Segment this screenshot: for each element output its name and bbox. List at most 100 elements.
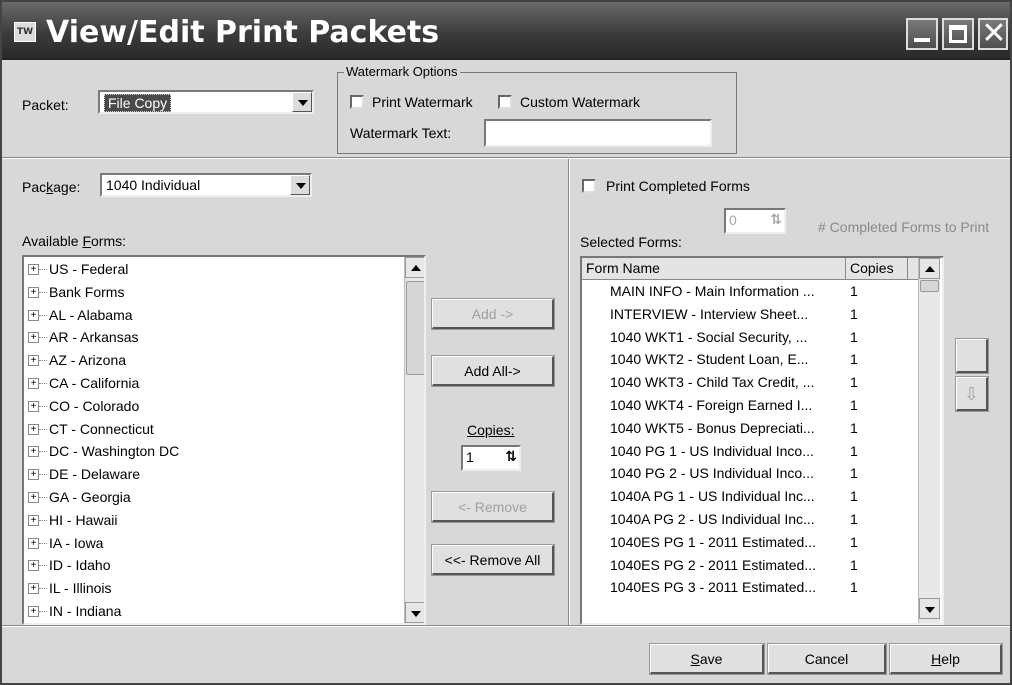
available-forms-tree[interactable]: + US - Federal + Bank Forms + AL - Alabama + AR… [22,255,426,625]
add-all-button[interactable]: Add All-> [431,355,555,387]
table-row[interactable]: 1040ES PG 2 - 2011 Estimated... 1 [582,556,918,577]
watermark-text-label: Watermark Text: [350,125,452,141]
chevron-down-icon[interactable] [292,92,312,112]
table-header: Form Name Copies [582,258,918,280]
watermark-options-legend: Watermark Options [344,64,460,79]
tree-item-label: US - Federal [49,261,129,277]
expand-icon[interactable]: + [28,514,39,526]
spinner-icon[interactable]: ⇅ [770,211,782,228]
table-row[interactable]: 1040ES PG 3 - 2011 Estimated... 1 [582,578,918,599]
tree-item-label: CT - Connecticut [49,420,154,437]
form-name-cell: 1040 WKT4 - Foreign Earned I... [610,397,813,413]
tree-item-label: GA - Georgia [49,489,131,505]
selected-forms-table[interactable]: Form Name Copies MAIN INFO - Main Inform… [580,256,944,625]
expand-icon[interactable]: + [28,355,39,367]
scroll-down-button[interactable] [919,598,940,619]
help-button[interactable]: Help [889,643,1003,675]
custom-watermark-checkbox[interactable] [498,95,512,109]
copies-cell: 1 [850,442,858,459]
expand-icon[interactable]: + [28,606,39,617]
expand-icon[interactable]: + [28,423,39,435]
table-row[interactable]: 1040 WKT1 - Social Security, ... 1 [582,328,918,349]
expand-icon[interactable]: + [28,400,39,412]
tree-item-label: AL - Alabama [49,306,133,323]
tree-connector [39,611,47,612]
table-row[interactable]: 1040 PG 1 - US Individual Inco... 1 [582,442,918,463]
top-divider [2,157,1010,159]
expand-icon[interactable]: + [28,492,39,503]
expand-icon[interactable]: + [28,378,39,389]
chevron-down-icon[interactable] [290,175,310,195]
maximize-button[interactable] [942,18,974,50]
scroll-down-button[interactable] [405,602,424,623]
arrow-down-icon: ⇩ [963,384,980,404]
app-icon: TW [14,22,36,42]
table-row[interactable]: 1040 WKT4 - Foreign Earned I... 1 [582,396,918,417]
add-button[interactable]: Add -> [431,298,555,330]
close-button[interactable]: ✕ [978,16,1008,51]
table-row[interactable]: 1040ES PG 1 - 2011 Estimated... 1 [582,533,918,554]
expand-icon[interactable]: + [28,446,39,458]
tree-item-label: ID - Idaho [49,557,111,574]
tree-item-label: IN - Indiana [49,603,122,619]
column-header-copies[interactable]: Copies [846,258,908,279]
table-row[interactable]: 1040 WKT5 - Bonus Depreciati... 1 [582,419,918,440]
form-name-cell: MAIN INFO - Main Information ... [610,283,815,299]
expand-icon[interactable]: + [28,469,39,481]
scroll-thumb[interactable] [920,280,939,292]
scroll-up-button[interactable] [405,257,424,278]
minimize-button[interactable] [906,18,938,50]
table-row[interactable]: INTERVIEW - Interview Sheet... 1 [582,305,918,326]
expand-icon[interactable]: + [28,309,39,321]
move-up-button[interactable] [955,338,989,374]
move-down-button[interactable]: ⇩ [955,376,989,412]
expand-icon[interactable]: + [28,560,39,572]
print-completed-forms-label: Print Completed Forms [606,178,750,194]
print-watermark-checkbox[interactable] [350,95,364,109]
form-name-cell: 1040 WKT5 - Bonus Depreciati... [610,419,815,436]
completed-forms-count-spinner[interactable]: 0 ⇅ [724,208,786,234]
tree-connector [39,542,47,544]
copies-spinner[interactable]: 1 ⇅ [461,445,521,471]
copies-cell: 1 [850,397,858,413]
column-header-form-name[interactable]: Form Name [582,258,846,279]
copies-cell: 1 [850,419,858,436]
table-row[interactable]: 1040A PG 1 - US Individual Inc... 1 [582,487,918,508]
package-label: Package: [22,179,81,195]
table-row[interactable]: 1040 WKT2 - Student Loan, E... 1 [582,350,918,371]
package-select[interactable]: 1040 Individual [100,173,312,197]
tree-item-label: HI - Hawaii [49,511,118,528]
table-row[interactable]: 1040 PG 2 - US Individual Inco... 1 [582,464,918,485]
table-row[interactable]: 1040A PG 2 - US Individual Inc... 1 [582,510,918,531]
table-row[interactable]: 1040 WKT3 - Child Tax Credit, ... 1 [582,373,918,394]
save-button[interactable]: Save [649,643,765,675]
packet-select-value: File Copy [104,94,172,112]
spinner-icon[interactable]: ⇅ [505,448,517,465]
expand-icon[interactable]: + [28,286,39,298]
tree-item-label: DC - Washington DC [49,443,180,460]
tree-connector [39,405,47,407]
copies-cell: 1 [850,328,858,345]
tree-connector [39,474,47,476]
expand-icon[interactable]: + [28,332,39,344]
selected-forms-scrollbar[interactable] [918,258,940,623]
cancel-button[interactable]: Cancel [767,643,887,675]
expand-icon[interactable]: + [28,264,39,275]
form-name-cell: 1040ES PG 3 - 2011 Estimated... [610,579,816,596]
copies-label: Copies: [467,422,515,438]
scroll-thumb[interactable] [406,281,424,375]
remove-button[interactable]: <- Remove [431,491,555,523]
table-row[interactable]: MAIN INFO - Main Information ... 1 [582,282,918,303]
title-bar[interactable]: TW View/Edit Print Packets ✕ [2,2,1010,60]
print-completed-forms-checkbox[interactable] [582,179,596,193]
expand-icon[interactable]: + [28,537,39,549]
packet-select[interactable]: File Copy [98,90,314,114]
available-forms-scrollbar[interactable] [404,257,424,623]
remove-all-button[interactable]: <<- Remove All [431,544,555,576]
window-title: View/Edit Print Packets [46,15,440,50]
watermark-text-input[interactable] [484,119,712,147]
expand-icon[interactable]: + [28,583,39,595]
panel-divider [568,159,570,625]
custom-watermark-label: Custom Watermark [520,94,641,110]
scroll-up-button[interactable] [919,258,940,279]
